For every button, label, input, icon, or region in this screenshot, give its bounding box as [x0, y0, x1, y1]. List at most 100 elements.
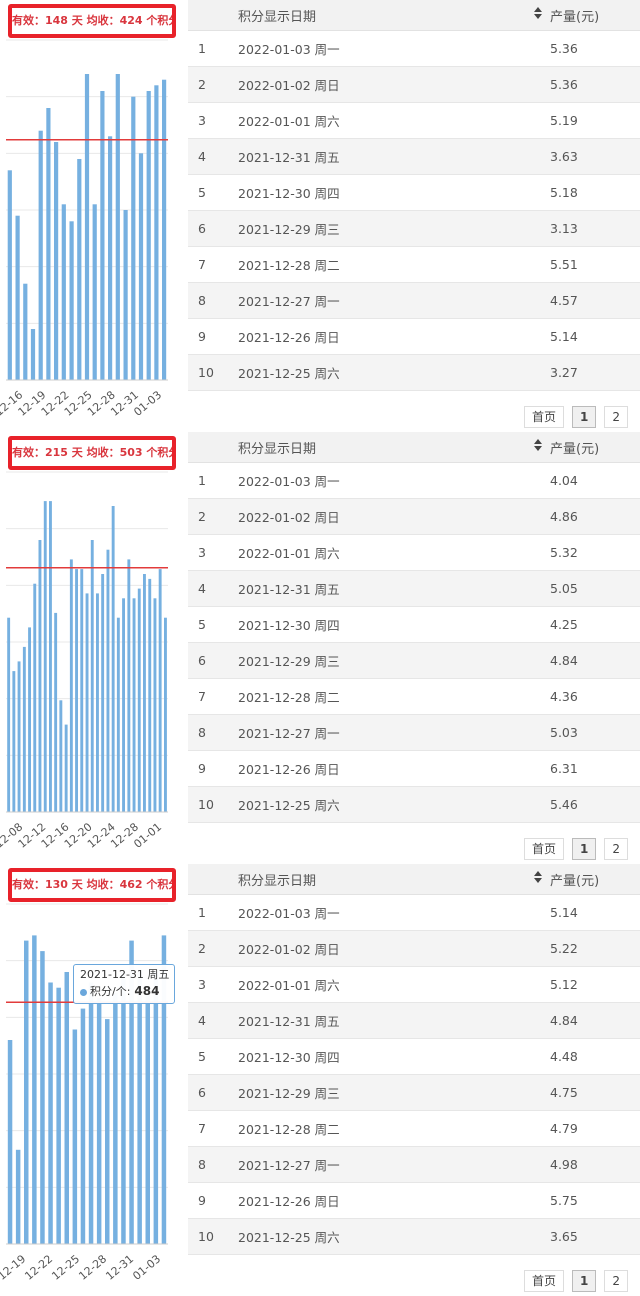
table-row[interactable]: 9 2021-12-26 周日 5.75	[188, 1182, 640, 1219]
table-row[interactable]: 8 2021-12-27 周一 4.98	[188, 1146, 640, 1183]
table-row[interactable]: 6 2021-12-29 周三 4.75	[188, 1074, 640, 1111]
chart-bar[interactable]	[123, 210, 128, 380]
first-page-button[interactable]: 首页	[523, 406, 564, 428]
chart-bar[interactable]	[158, 569, 162, 812]
chart-bar[interactable]	[23, 283, 28, 380]
table-row[interactable]: 8 2021-12-27 周一 5.03	[188, 714, 640, 751]
table-row[interactable]: 7 2021-12-28 周二 4.36	[188, 678, 640, 715]
chart-bar[interactable]	[15, 1149, 21, 1244]
chart-bar[interactable]	[138, 153, 144, 380]
chart-bar[interactable]	[43, 501, 47, 812]
chart-bar[interactable]	[17, 661, 21, 812]
chart-bar[interactable]	[38, 540, 42, 812]
chart-bar[interactable]	[33, 583, 37, 812]
chart-bar[interactable]	[164, 617, 167, 812]
table-row[interactable]: 7 2021-12-28 周二 4.79	[188, 1110, 640, 1147]
chart-bar[interactable]	[56, 987, 61, 1244]
chart-bar[interactable]	[49, 501, 52, 812]
chart-bar[interactable]	[92, 204, 97, 380]
chart-bar[interactable]	[80, 569, 84, 812]
chart-bar[interactable]	[7, 1040, 13, 1244]
chart-bar[interactable]	[111, 506, 115, 812]
chart-bar[interactable]	[132, 598, 136, 812]
first-page-button[interactable]: 首页	[523, 1270, 564, 1292]
chart-bar[interactable]	[148, 578, 152, 812]
table-row[interactable]: 6 2021-12-29 周三 3.13	[188, 210, 640, 247]
table-row[interactable]: 2 2022-01-02 周日 4.86	[188, 498, 640, 535]
chart-bar[interactable]	[105, 1019, 110, 1244]
table-row[interactable]: 1 2022-01-03 周一 5.36	[188, 30, 640, 67]
chart-bar[interactable]	[100, 91, 105, 380]
chart-bar[interactable]	[96, 998, 102, 1244]
page-2-button[interactable]: 2	[604, 838, 628, 860]
column-header-value[interactable]: 产量(元)	[548, 864, 640, 895]
table-row[interactable]: 2 2022-01-02 周日 5.22	[188, 930, 640, 967]
chart-bar[interactable]	[30, 329, 36, 380]
table-row[interactable]: 9 2021-12-26 周日 6.31	[188, 750, 640, 787]
table-row[interactable]: 7 2021-12-28 周二 5.51	[188, 246, 640, 283]
chart-bar[interactable]	[84, 74, 90, 380]
chart-bar[interactable]	[116, 617, 120, 812]
first-page-button[interactable]: 首页	[523, 838, 564, 860]
chart-bar[interactable]	[28, 627, 31, 812]
chart-bar[interactable]	[15, 215, 20, 380]
chart-bar[interactable]	[143, 574, 146, 812]
chart-bar[interactable]	[121, 972, 126, 1244]
chart-bar[interactable]	[72, 1029, 78, 1245]
chart-bar[interactable]	[122, 598, 125, 812]
chart-bar[interactable]	[75, 569, 78, 812]
chart-bar[interactable]	[59, 700, 63, 812]
table-row[interactable]: 2 2022-01-02 周日 5.36	[188, 66, 640, 103]
chart-bar[interactable]	[69, 221, 74, 380]
page-2-button[interactable]: 2	[604, 406, 628, 428]
chart-bar[interactable]	[108, 136, 113, 380]
page-1-button[interactable]: 1	[572, 838, 597, 860]
chart-bar[interactable]	[88, 982, 94, 1245]
chart-bar[interactable]	[12, 671, 16, 812]
chart-bar[interactable]	[69, 559, 73, 812]
chart-bar[interactable]	[7, 617, 11, 812]
chart-bar[interactable]	[137, 972, 142, 1244]
column-header-value[interactable]: 产量(元)	[548, 0, 640, 31]
table-row[interactable]: 3 2022-01-01 周六 5.19	[188, 102, 640, 139]
page-1-button[interactable]: 1	[572, 406, 597, 428]
column-header-value[interactable]: 产量(元)	[548, 432, 640, 463]
chart-bar[interactable]	[54, 142, 59, 380]
table-row[interactable]: 3 2022-01-01 周六 5.12	[188, 966, 640, 1003]
table-row[interactable]: 5 2021-12-30 周四 5.18	[188, 174, 640, 211]
table-row[interactable]: 5 2021-12-30 周四 4.25	[188, 606, 640, 643]
table-row[interactable]: 4 2021-12-31 周五 5.05	[188, 570, 640, 607]
sort-up-down-icon[interactable]	[534, 7, 542, 23]
table-row[interactable]: 9 2021-12-26 周日 5.14	[188, 318, 640, 355]
column-header-date[interactable]: 积分显示日期	[238, 0, 548, 31]
chart-bar[interactable]	[90, 540, 94, 812]
chart-bar[interactable]	[101, 574, 105, 812]
table-row[interactable]: 3 2022-01-01 周六 5.32	[188, 534, 640, 571]
chart-bar[interactable]	[146, 91, 151, 380]
table-row[interactable]: 10 2021-12-25 周六 3.27	[188, 354, 640, 391]
chart-bar[interactable]	[22, 646, 26, 812]
chart-bar[interactable]	[40, 951, 45, 1244]
chart-bar[interactable]	[153, 598, 157, 812]
chart-bar[interactable]	[113, 992, 118, 1244]
chart-bar[interactable]	[24, 940, 29, 1244]
chart-bar[interactable]	[32, 935, 37, 1244]
table-row[interactable]: 8 2021-12-27 周一 4.57	[188, 282, 640, 319]
chart-bar[interactable]	[80, 1008, 86, 1244]
chart-bar[interactable]	[64, 724, 68, 812]
table-row[interactable]: 6 2021-12-29 周三 4.84	[188, 642, 640, 679]
page-2-button[interactable]: 2	[604, 1270, 628, 1292]
chart-bar[interactable]	[61, 204, 66, 380]
chart-bar[interactable]	[154, 85, 159, 381]
chart-bar[interactable]	[64, 972, 70, 1244]
table-row[interactable]: 4 2021-12-31 周五 3.63	[188, 138, 640, 175]
table-row[interactable]: 10 2021-12-25 周六 5.46	[188, 786, 640, 823]
chart-bar[interactable]	[145, 990, 151, 1244]
chart-bar[interactable]	[96, 593, 99, 812]
chart-bar[interactable]	[162, 79, 167, 380]
table-row[interactable]: 10 2021-12-25 周六 3.65	[188, 1218, 640, 1255]
chart-bar[interactable]	[46, 108, 51, 380]
table-row[interactable]: 1 2022-01-03 周一 5.14	[188, 894, 640, 931]
sort-up-down-icon[interactable]	[534, 871, 542, 887]
table-row[interactable]: 5 2021-12-30 周四 4.48	[188, 1038, 640, 1075]
